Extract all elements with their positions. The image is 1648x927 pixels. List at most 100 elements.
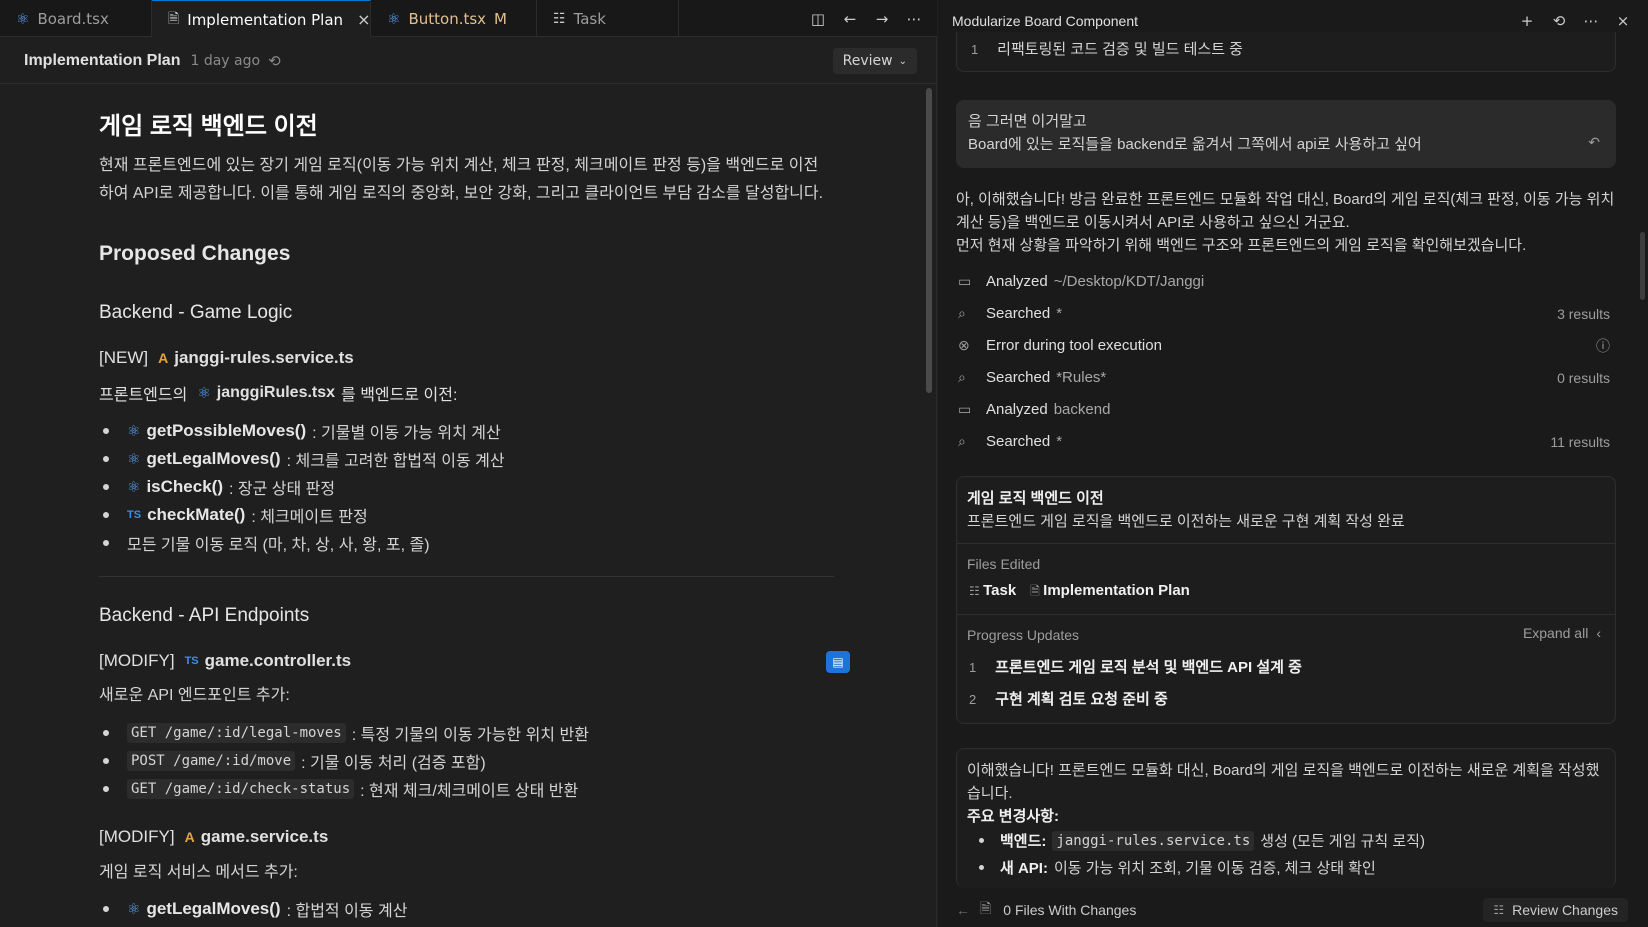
arrow-left-icon[interactable]: ← xyxy=(841,10,859,28)
bullet-dot xyxy=(979,838,984,843)
tab-board-tsx[interactable]: ⚛ Board.tsx xyxy=(0,0,152,37)
more-icon[interactable]: ⋯ xyxy=(905,10,923,28)
panel-scrollbar[interactable] xyxy=(1640,232,1645,300)
search-icon: ⌕ xyxy=(958,369,966,385)
tab-label: Task xyxy=(573,9,606,28)
file-entry-game-controller: [MODIFY] TS game.controller.ts xyxy=(99,651,351,671)
function-name[interactable]: getPossibleMoves() xyxy=(146,421,306,441)
assistant-text: 이해했습니다! 프론트엔드 모듈화 대신, Board의 게임 로직을 백엔드로… xyxy=(967,762,1600,779)
file-link[interactable]: game.controller.ts xyxy=(205,651,351,671)
tool-step-analyzed[interactable]: ▭ Analyzed backend xyxy=(958,401,1618,418)
tab-task[interactable]: ☷ Task xyxy=(537,0,679,37)
step-arg: backend xyxy=(1053,401,1111,418)
close-icon[interactable]: × xyxy=(357,10,370,29)
tab-label: Implementation Plan xyxy=(187,10,344,29)
chevron-left-icon: ‹ xyxy=(1596,625,1601,641)
function-name[interactable]: isCheck() xyxy=(146,477,223,497)
close-icon[interactable]: × xyxy=(1614,12,1632,30)
history-icon[interactable]: ⟲ xyxy=(1550,12,1568,30)
list-item: GET /game/:id/check-status : 현재 체크/체크메이트… xyxy=(101,777,578,801)
plus-icon[interactable]: + xyxy=(1518,12,1536,30)
search-icon: ⌕ xyxy=(958,305,966,321)
history-icon[interactable]: ⟲ xyxy=(268,52,281,70)
file-entry-game-service: [MODIFY] A game.service.ts xyxy=(99,827,328,847)
step-number: 2 xyxy=(969,692,977,707)
endpoint-code: POST /game/:id/move xyxy=(127,751,296,771)
review-changes-button[interactable]: ☷ Review Changes xyxy=(1483,898,1628,922)
bullet-text: 생성 (모든 게임 규칙 로직) xyxy=(1260,833,1425,850)
file-link[interactable]: janggiRules.tsx xyxy=(217,384,335,402)
review-button[interactable]: Review ⌄ xyxy=(832,48,917,74)
files-edited-label: Files Edited xyxy=(967,556,1041,572)
list-item: 백엔드: janggi-rules.service.ts 생성 (모든 게임 규… xyxy=(979,830,1425,851)
add-comment-button[interactable]: ▤ xyxy=(826,651,850,673)
step-verb: Analyzed xyxy=(986,273,1048,290)
list-item: POST /game/:id/move : 기물 이동 처리 (검증 포함) xyxy=(101,749,486,773)
list-item: ⚛ getLegalMoves() : 합법적 이동 계산 xyxy=(101,897,407,921)
step-result: 3 results xyxy=(1557,305,1610,322)
comment-icon: ▤ xyxy=(832,655,844,669)
assistant-text: 아, 이해했습니다! 방금 완료한 프론트엔드 모듈화 작업 대신, Board… xyxy=(956,191,1615,208)
bullet-dot xyxy=(103,428,109,434)
react-icon: ⚛ xyxy=(387,9,401,28)
undo-icon[interactable]: ↶ xyxy=(1588,134,1600,151)
file-link[interactable]: janggi-rules.service.ts xyxy=(174,348,354,368)
info-icon[interactable]: ⓘ xyxy=(1596,336,1610,356)
final-message-card: 이해했습니다! 프론트엔드 모듈화 대신, Board의 게임 로직을 백엔드로… xyxy=(956,748,1616,888)
tab-label: Board.tsx xyxy=(37,9,109,28)
arrow-left-icon[interactable]: ← xyxy=(956,902,970,918)
arrow-right-icon[interactable]: → xyxy=(873,10,891,28)
divider xyxy=(957,543,1615,544)
file-tag: [NEW] xyxy=(99,348,149,367)
bullet-dot xyxy=(103,730,109,736)
bullet-text: 이동 가능 위치 조회, 기물 이동 검증, 체크 상태 확인 xyxy=(1053,860,1376,877)
tool-step-analyzed[interactable]: ▭ Analyzed ~/Desktop/KDT/Janggi xyxy=(958,273,1618,290)
task-subtitle: 프론트엔드 게임 로직을 백엔드로 이전하는 새로운 구현 계획 작성 완료 xyxy=(967,513,1405,530)
list-item: ⚛ isCheck() : 장군 상태 판정 xyxy=(101,475,335,499)
files-with-changes: 0 Files With Changes xyxy=(1003,902,1137,918)
endpoint-desc: : 현재 체크/체크메이트 상태 반환 xyxy=(360,783,579,800)
bullet-label: 백엔드: xyxy=(1000,833,1047,850)
expand-all-button[interactable]: Expand all ‹ xyxy=(1523,625,1601,641)
bullet-dot xyxy=(103,484,109,490)
function-name[interactable]: getLegalMoves() xyxy=(146,899,280,919)
file-icon: 🗎 xyxy=(1030,584,1044,598)
endpoint-desc: : 기물 이동 처리 (검증 포함) xyxy=(301,755,486,772)
desc-text: 프론트엔드의 xyxy=(99,387,188,404)
checklist-icon: ☷ xyxy=(969,584,984,598)
bullet-dot xyxy=(103,758,109,764)
step-verb: Searched xyxy=(986,433,1051,450)
react-icon: ⚛ xyxy=(127,901,141,918)
search-icon: ⌕ xyxy=(958,433,966,449)
function-name[interactable]: getLegalMoves() xyxy=(146,449,280,469)
section-heading: Proposed Changes xyxy=(99,242,291,265)
editor-scrollbar[interactable] xyxy=(926,88,932,393)
error-icon: ⊗ xyxy=(958,337,970,353)
assistant-text: 먼저 현재 상황을 파악하기 위해 백엔드 구조와 프론트엔드의 게임 로직을 … xyxy=(956,237,1527,254)
step-verb: Searched xyxy=(986,369,1051,386)
tool-step-error[interactable]: ⊗ Error during tool execution ⓘ xyxy=(958,337,1618,354)
function-name[interactable]: checkMate() xyxy=(147,505,245,525)
chevron-down-icon: ⌄ xyxy=(898,55,907,67)
edited-file-task[interactable]: ☷ Task xyxy=(969,582,1016,603)
file-link[interactable]: game.service.ts xyxy=(201,827,329,847)
tool-step-searched[interactable]: ⌕ Searched * 11 results xyxy=(958,433,1618,450)
bullet-dot xyxy=(979,865,984,870)
split-editor-icon[interactable]: ◫ xyxy=(809,10,827,28)
modified-badge: M xyxy=(494,9,507,28)
tab-implementation-plan[interactable]: 🗎 Implementation Plan × xyxy=(152,0,371,38)
subsection-api-endpoints: Backend - API Endpoints xyxy=(99,605,310,626)
bullet-label: 새 API: xyxy=(1000,860,1048,877)
edited-file-plan[interactable]: 🗎 Implementation Plan xyxy=(1030,582,1190,603)
tab-button-tsx[interactable]: ⚛ Button.tsx M xyxy=(371,0,537,37)
tool-step-searched[interactable]: ⌕ Searched *Rules* 0 results xyxy=(958,369,1618,386)
file-icon: 🗎 xyxy=(980,900,992,916)
tab-bar: ⚛ Board.tsx 🗎 Implementation Plan × ⚛ Bu… xyxy=(0,0,937,38)
editor-actions: ◫ ← → ⋯ xyxy=(809,0,923,37)
bullet-dot xyxy=(103,906,109,912)
document-header: Implementation Plan 1 day ago ⟲ Review ⌄ xyxy=(0,38,937,84)
review-changes-label: Review Changes xyxy=(1512,902,1618,918)
more-icon[interactable]: ⋯ xyxy=(1582,12,1600,30)
tool-step-searched[interactable]: ⌕ Searched * 3 results xyxy=(958,305,1618,322)
task-title: 게임 로직 백엔드 이전 xyxy=(967,490,1104,507)
